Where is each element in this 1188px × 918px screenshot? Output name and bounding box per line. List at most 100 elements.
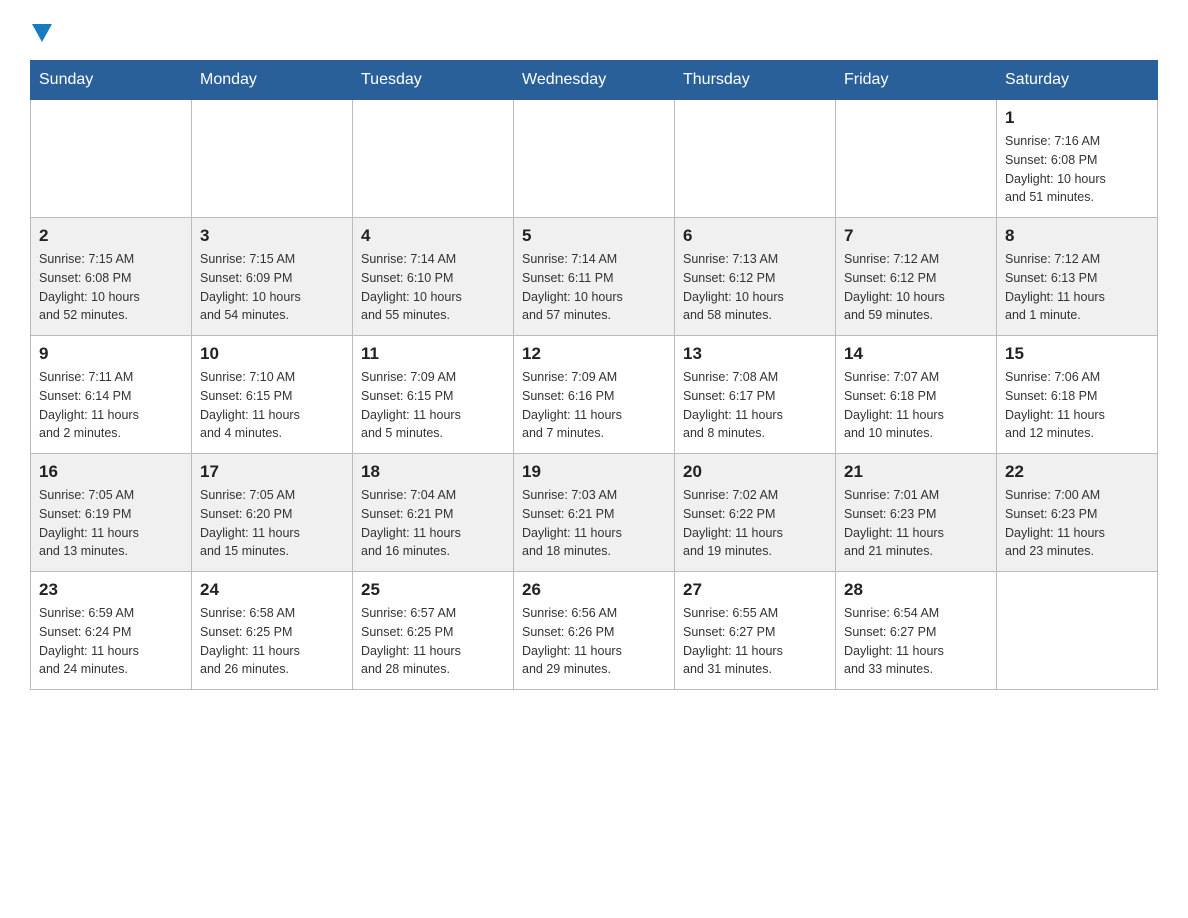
day-info: Sunrise: 7:15 AMSunset: 6:09 PMDaylight:… (200, 250, 344, 325)
calendar-cell: 27 Sunrise: 6:55 AMSunset: 6:27 PMDayligh… (675, 572, 836, 690)
day-info: Sunrise: 7:15 AMSunset: 6:08 PMDaylight:… (39, 250, 183, 325)
calendar-cell: 6 Sunrise: 7:13 AMSunset: 6:12 PMDaylight… (675, 218, 836, 336)
day-info: Sunrise: 7:05 AMSunset: 6:20 PMDaylight:… (200, 486, 344, 561)
day-of-week-header: Thursday (675, 61, 836, 100)
day-info: Sunrise: 7:12 AMSunset: 6:12 PMDaylight:… (844, 250, 988, 325)
calendar-cell (192, 100, 353, 218)
day-number: 3 (200, 226, 344, 246)
day-number: 24 (200, 580, 344, 600)
day-number: 26 (522, 580, 666, 600)
calendar-cell: 16 Sunrise: 7:05 AMSunset: 6:19 PMDayligh… (31, 454, 192, 572)
day-number: 13 (683, 344, 827, 364)
day-info: Sunrise: 7:02 AMSunset: 6:22 PMDaylight:… (683, 486, 827, 561)
calendar-cell: 4 Sunrise: 7:14 AMSunset: 6:10 PMDaylight… (353, 218, 514, 336)
day-number: 6 (683, 226, 827, 246)
day-info: Sunrise: 7:13 AMSunset: 6:12 PMDaylight:… (683, 250, 827, 325)
day-info: Sunrise: 7:03 AMSunset: 6:21 PMDaylight:… (522, 486, 666, 561)
day-info: Sunrise: 7:14 AMSunset: 6:10 PMDaylight:… (361, 250, 505, 325)
day-info: Sunrise: 6:56 AMSunset: 6:26 PMDaylight:… (522, 604, 666, 679)
calendar-week-row: 23 Sunrise: 6:59 AMSunset: 6:24 PMDayligh… (31, 572, 1158, 690)
day-number: 23 (39, 580, 183, 600)
day-info: Sunrise: 7:08 AMSunset: 6:17 PMDaylight:… (683, 368, 827, 443)
day-number: 11 (361, 344, 505, 364)
day-number: 7 (844, 226, 988, 246)
calendar-cell: 1 Sunrise: 7:16 AMSunset: 6:08 PMDaylight… (997, 100, 1158, 218)
day-of-week-header: Tuesday (353, 61, 514, 100)
day-number: 22 (1005, 462, 1149, 482)
calendar-cell (836, 100, 997, 218)
day-info: Sunrise: 7:06 AMSunset: 6:18 PMDaylight:… (1005, 368, 1149, 443)
calendar-cell: 3 Sunrise: 7:15 AMSunset: 6:09 PMDaylight… (192, 218, 353, 336)
calendar-cell: 11 Sunrise: 7:09 AMSunset: 6:15 PMDayligh… (353, 336, 514, 454)
day-number: 21 (844, 462, 988, 482)
calendar-week-row: 2 Sunrise: 7:15 AMSunset: 6:08 PMDaylight… (31, 218, 1158, 336)
day-number: 4 (361, 226, 505, 246)
day-number: 14 (844, 344, 988, 364)
day-number: 27 (683, 580, 827, 600)
day-number: 12 (522, 344, 666, 364)
calendar-cell: 12 Sunrise: 7:09 AMSunset: 6:16 PMDayligh… (514, 336, 675, 454)
day-info: Sunrise: 7:12 AMSunset: 6:13 PMDaylight:… (1005, 250, 1149, 325)
day-number: 5 (522, 226, 666, 246)
day-info: Sunrise: 7:16 AMSunset: 6:08 PMDaylight:… (1005, 132, 1149, 207)
logo-triangle-icon (32, 24, 52, 42)
calendar-cell: 8 Sunrise: 7:12 AMSunset: 6:13 PMDaylight… (997, 218, 1158, 336)
calendar-cell: 28 Sunrise: 6:54 AMSunset: 6:27 PMDayligh… (836, 572, 997, 690)
calendar-week-row: 1 Sunrise: 7:16 AMSunset: 6:08 PMDaylight… (31, 100, 1158, 218)
calendar-cell (514, 100, 675, 218)
day-info: Sunrise: 7:05 AMSunset: 6:19 PMDaylight:… (39, 486, 183, 561)
day-of-week-header: Saturday (997, 61, 1158, 100)
day-number: 28 (844, 580, 988, 600)
day-number: 9 (39, 344, 183, 364)
calendar-cell: 18 Sunrise: 7:04 AMSunset: 6:21 PMDayligh… (353, 454, 514, 572)
day-info: Sunrise: 7:09 AMSunset: 6:15 PMDaylight:… (361, 368, 505, 443)
calendar-cell: 20 Sunrise: 7:02 AMSunset: 6:22 PMDayligh… (675, 454, 836, 572)
day-info: Sunrise: 6:58 AMSunset: 6:25 PMDaylight:… (200, 604, 344, 679)
day-number: 16 (39, 462, 183, 482)
day-number: 8 (1005, 226, 1149, 246)
day-of-week-header: Monday (192, 61, 353, 100)
calendar-cell: 13 Sunrise: 7:08 AMSunset: 6:17 PMDayligh… (675, 336, 836, 454)
day-info: Sunrise: 7:10 AMSunset: 6:15 PMDaylight:… (200, 368, 344, 443)
day-number: 20 (683, 462, 827, 482)
day-of-week-header: Sunday (31, 61, 192, 100)
day-info: Sunrise: 6:54 AMSunset: 6:27 PMDaylight:… (844, 604, 988, 679)
day-info: Sunrise: 7:04 AMSunset: 6:21 PMDaylight:… (361, 486, 505, 561)
calendar-week-row: 9Sunrise: 7:11 AMSunset: 6:14 PMDaylight… (31, 336, 1158, 454)
calendar-cell (31, 100, 192, 218)
day-info: Sunrise: 6:59 AMSunset: 6:24 PMDaylight:… (39, 604, 183, 679)
day-of-week-header: Wednesday (514, 61, 675, 100)
calendar-cell: 23 Sunrise: 6:59 AMSunset: 6:24 PMDayligh… (31, 572, 192, 690)
calendar-cell: 19 Sunrise: 7:03 AMSunset: 6:21 PMDayligh… (514, 454, 675, 572)
day-number: 1 (1005, 108, 1149, 128)
calendar-cell: 17 Sunrise: 7:05 AMSunset: 6:20 PMDayligh… (192, 454, 353, 572)
page-header (30, 20, 1158, 40)
calendar-cell (353, 100, 514, 218)
calendar-header-row: SundayMondayTuesdayWednesdayThursdayFrid… (31, 61, 1158, 100)
calendar-cell: 14Sunrise: 7:07 AMSunset: 6:18 PMDayligh… (836, 336, 997, 454)
day-number: 25 (361, 580, 505, 600)
logo (30, 20, 52, 40)
day-info: Sunrise: 7:00 AMSunset: 6:23 PMDaylight:… (1005, 486, 1149, 561)
calendar-cell: 2 Sunrise: 7:15 AMSunset: 6:08 PMDaylight… (31, 218, 192, 336)
day-number: 18 (361, 462, 505, 482)
calendar-cell: 10 Sunrise: 7:10 AMSunset: 6:15 PMDayligh… (192, 336, 353, 454)
calendar-cell: 7 Sunrise: 7:12 AMSunset: 6:12 PMDaylight… (836, 218, 997, 336)
day-number: 19 (522, 462, 666, 482)
day-number: 10 (200, 344, 344, 364)
calendar-cell: 15 Sunrise: 7:06 AMSunset: 6:18 PMDayligh… (997, 336, 1158, 454)
day-info: Sunrise: 7:09 AMSunset: 6:16 PMDaylight:… (522, 368, 666, 443)
calendar-cell: 26 Sunrise: 6:56 AMSunset: 6:26 PMDayligh… (514, 572, 675, 690)
calendar-cell (997, 572, 1158, 690)
day-number: 15 (1005, 344, 1149, 364)
calendar-week-row: 16 Sunrise: 7:05 AMSunset: 6:19 PMDayligh… (31, 454, 1158, 572)
day-info: Sunrise: 6:57 AMSunset: 6:25 PMDaylight:… (361, 604, 505, 679)
calendar-cell: 24 Sunrise: 6:58 AMSunset: 6:25 PMDayligh… (192, 572, 353, 690)
day-info: Sunrise: 7:01 AMSunset: 6:23 PMDaylight:… (844, 486, 988, 561)
day-number: 2 (39, 226, 183, 246)
day-number: 17 (200, 462, 344, 482)
day-of-week-header: Friday (836, 61, 997, 100)
calendar-cell: 22 Sunrise: 7:00 AMSunset: 6:23 PMDayligh… (997, 454, 1158, 572)
calendar-table: SundayMondayTuesdayWednesdayThursdayFrid… (30, 60, 1158, 690)
day-info: Sunrise: 6:55 AMSunset: 6:27 PMDaylight:… (683, 604, 827, 679)
